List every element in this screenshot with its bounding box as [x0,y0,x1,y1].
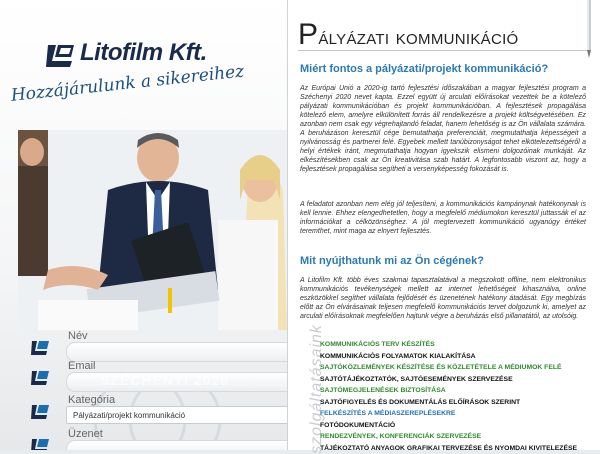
category-selected-value: Pályázati/projekt kommunikáció [73,411,185,420]
category-label: Kategória [68,394,115,406]
service-item[interactable]: SAJTÓTÁJÉKOZTATÓK, SAJTÓESEMÉNYEK SZERVE… [320,374,595,386]
szechenyi-watermark-text: SZÉCHENYI 2020 [100,372,229,388]
service-item[interactable]: KOMMUNIKÁCIÓS FOLYAMATOK KIALAKÍTÁSA [320,351,595,363]
email-label: Email [68,360,96,372]
services-side-label: szolgáltatásaink [288,330,312,450]
service-item[interactable]: KOMMUNIKÁCIÓS TERV KÉSZÍTÉS [320,339,595,351]
logo-mark-icon [30,370,50,386]
pencil-icon [582,0,596,60]
section-why-paragraph-2: A feladatot azonban nem elég jól teljesí… [300,200,586,236]
logo-mark-icon [30,404,50,420]
service-item[interactable]: FOTÓDOKUMENTÁCIÓ [320,420,595,432]
logo-mark-icon [30,438,50,450]
service-item[interactable]: RENDEZVÉNYEK, KONFERENCIÁK SZERVEZÉSE [320,431,595,443]
service-item[interactable]: TÁJÉKOZTATÓ ANYAGOK GRAFIKAI TERVEZÉSE É… [320,443,595,454]
services-list: KOMMUNIKÁCIÓS TERV KÉSZÍTÉS KOMMUNIKÁCIÓ… [320,339,595,454]
message-input[interactable] [66,440,288,450]
logo-mark-icon [30,340,50,356]
section-offer-paragraph: A Litofilm Kft. több éves szakmai tapasz… [300,276,586,321]
business-photo [18,130,287,330]
section-heading-why: Miért fontos a pályázati/projekt kommuni… [300,63,548,75]
service-item[interactable]: SAJTÓFIGYELÉS ÉS DOKUMENTÁLÁS ELŐÍRÁSOK … [320,397,595,409]
name-input[interactable] [66,342,288,362]
category-select[interactable]: Pályázati/projekt kommunikáció ▼ [66,406,288,424]
service-item[interactable]: FELKÉSZÍTÉS A MÉDIASZEREPLÉSEKRE [320,408,595,420]
name-label: Név [68,330,88,342]
section-heading-offer: Mit nyújthatunk mi az Ön cégének? [300,255,484,267]
service-item[interactable]: SAJTÓKÖZLEMÉNYEK KÉSZÍTÉSE ÉS KÖZLETÉTEL… [320,362,595,374]
message-label: Üzenet [68,428,103,440]
name-field: Név [30,330,275,364]
message-field: Üzenet [30,428,275,450]
content-panel: Pályázati kommunikáció Miért fontos a pá… [288,0,600,450]
page-title: Pályázati kommunikáció [298,18,519,52]
brand-name: Litofilm Kft. [80,39,207,67]
contact-form: Név Email Kategória Pályázati/projekt ko… [0,330,287,450]
logo-mark-icon [44,43,76,69]
title-divider [298,50,588,51]
service-item[interactable]: SAJTÓMEGJELENÉSEK BIZTOSÍTÁSA [320,385,595,397]
category-field: Kategória Pályázati/projekt kommunikáció… [30,394,275,428]
left-panel: Litofilm Kft. Hozzájárulunk a sikereihez [0,0,288,450]
section-why-paragraph-1: Az Európai Unió a 2020-ig tartó fejleszt… [300,84,586,174]
